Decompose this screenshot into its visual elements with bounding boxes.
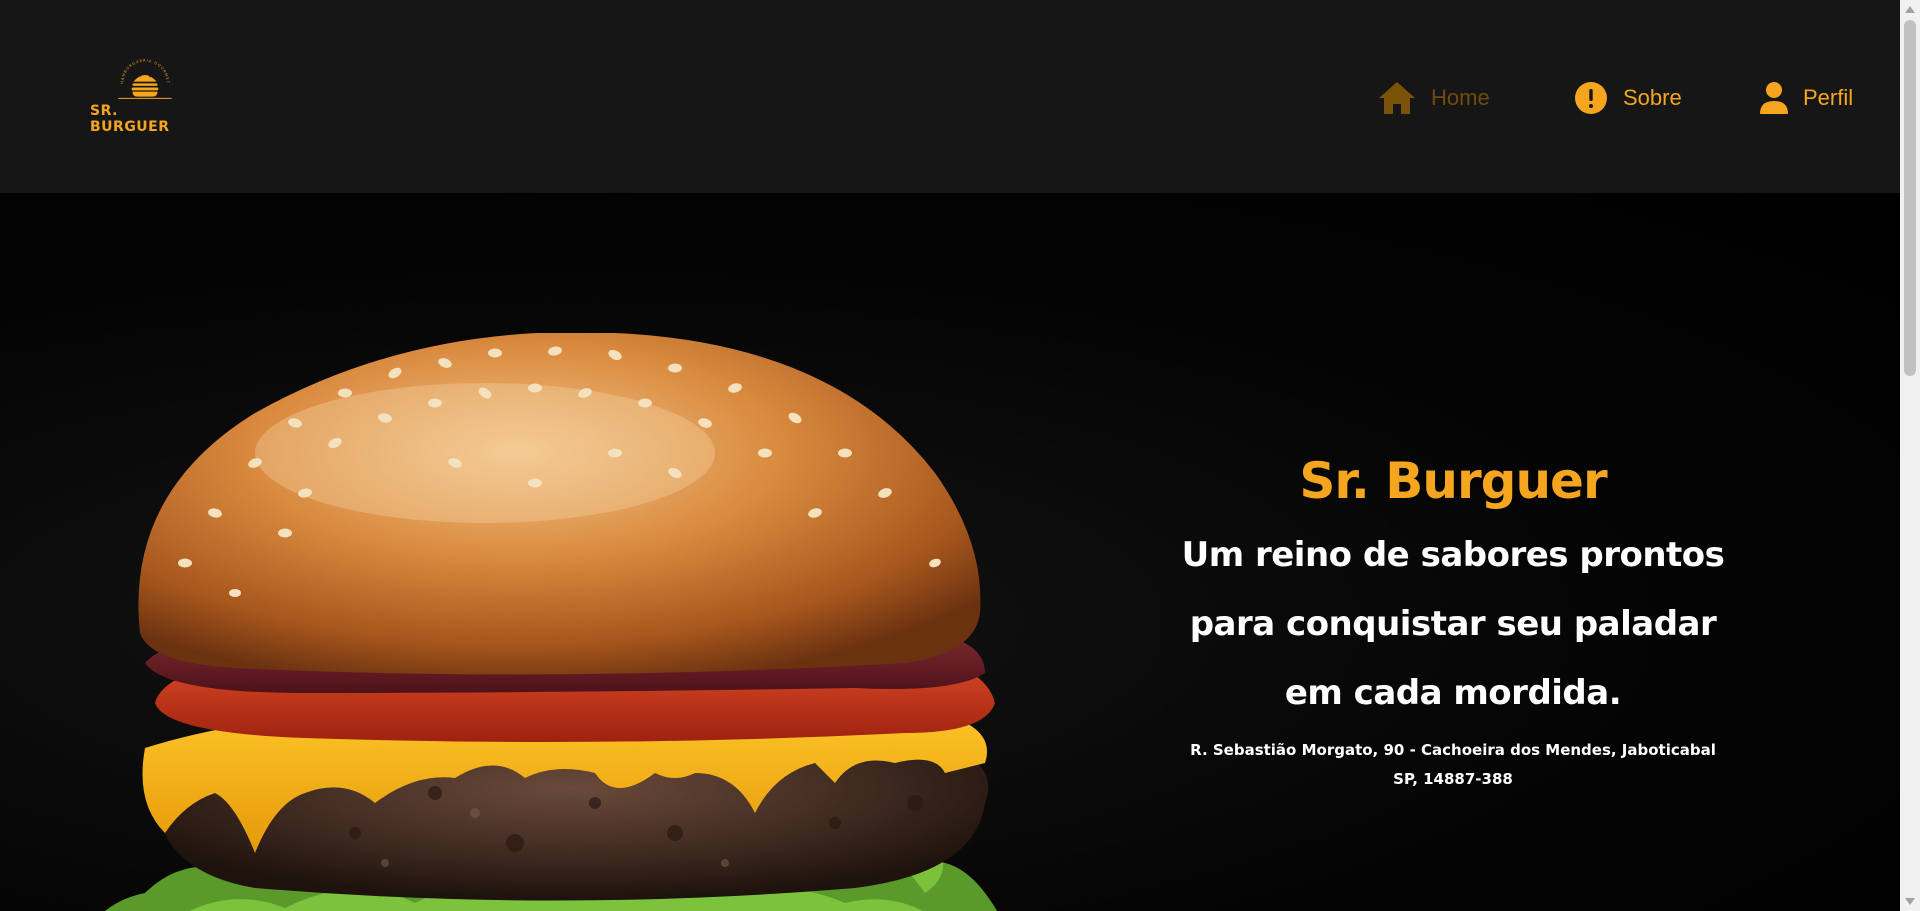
hero-title: Sr. Burguer bbox=[1299, 452, 1607, 510]
page-scrollbar[interactable] bbox=[1900, 0, 1920, 911]
nav-sobre-link[interactable]: Sobre bbox=[1573, 80, 1682, 116]
scroll-down-arrow-icon[interactable] bbox=[1905, 898, 1915, 905]
scroll-thumb[interactable] bbox=[1904, 20, 1916, 376]
nav-home-link[interactable]: Home bbox=[1377, 80, 1490, 116]
hero-section: Sr. Burguer Um reino de sabores prontos … bbox=[0, 193, 1900, 911]
nav-perfil-link[interactable]: Perfil bbox=[1759, 80, 1853, 116]
nav-home-label: Home bbox=[1431, 85, 1490, 110]
burger-logo-icon: HAMBURGUERIA GOURMET bbox=[118, 59, 172, 99]
hero-tagline-line: Um reino de sabores prontos bbox=[1181, 535, 1725, 575]
scroll-up-arrow-icon[interactable] bbox=[1905, 6, 1915, 13]
nav-perfil-label: Perfil bbox=[1803, 85, 1854, 110]
hero-tagline-line: para conquistar seu paladar bbox=[1189, 604, 1717, 644]
user-icon bbox=[1760, 82, 1788, 114]
brand-logo[interactable]: HAMBURGUERIA GOURMET SR. BURGUER bbox=[90, 55, 200, 135]
exclamation-circle-icon bbox=[1575, 82, 1607, 114]
burger-photo bbox=[104, 333, 998, 911]
site-header: HAMBURGUERIA GOURMET SR. BURGUER Home So… bbox=[0, 0, 1900, 193]
logo-brand-text: SR. BURGUER bbox=[90, 103, 170, 135]
nav-sobre-label: Sobre bbox=[1623, 85, 1682, 110]
address-line: SP, 14887-388 bbox=[1393, 770, 1513, 788]
address-line: R. Sebastião Morgato, 90 - Cachoeira dos… bbox=[1190, 741, 1716, 759]
hero-text-block: Sr. Burguer Um reino de sabores prontos … bbox=[1153, 451, 1753, 794]
hero-tagline: Um reino de sabores prontos para conquis… bbox=[1153, 521, 1753, 728]
page: HAMBURGUERIA GOURMET SR. BURGUER Home So… bbox=[0, 0, 1920, 911]
home-icon bbox=[1379, 82, 1415, 114]
hero-address: R. Sebastião Morgato, 90 - Cachoeira dos… bbox=[1153, 736, 1753, 794]
hero-tagline-line: em cada mordida. bbox=[1284, 673, 1622, 713]
